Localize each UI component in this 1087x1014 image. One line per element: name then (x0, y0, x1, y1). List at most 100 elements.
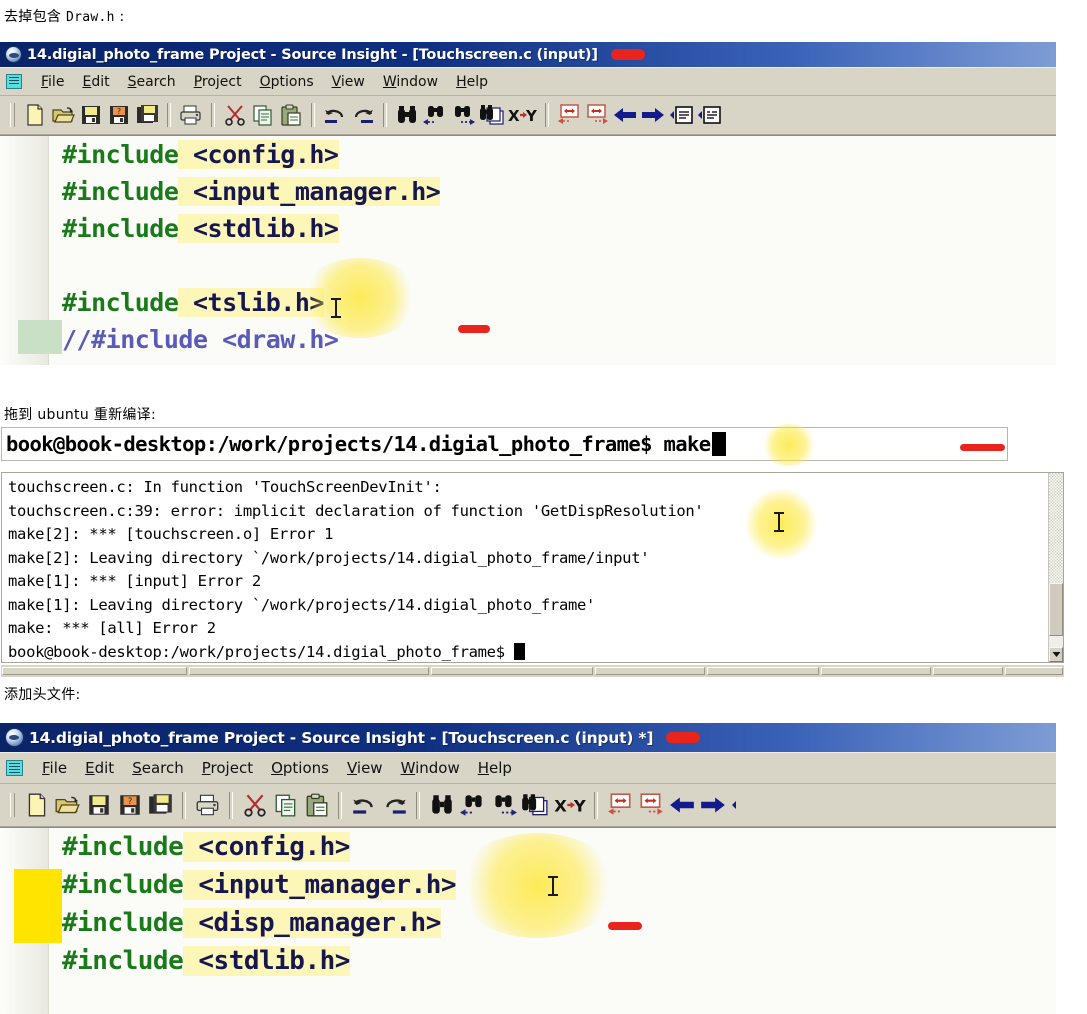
window2-menubar: File Edit Search Project Options View Wi… (0, 752, 1056, 784)
toolbar-grip[interactable] (10, 793, 15, 817)
code-line-4-blank (0, 247, 1056, 284)
save-as-icon[interactable]: ? (105, 101, 133, 129)
terminal-cursor (711, 432, 726, 456)
code-header: <input_manager.h> (178, 177, 441, 206)
save-as-icon[interactable]: ? (114, 790, 145, 821)
menu-view[interactable]: View (323, 72, 374, 92)
code-header: <stdlib.h> (183, 946, 350, 976)
menu-search[interactable]: Search (119, 72, 185, 92)
window1-titlebar[interactable]: 14.digial_photo_frame Project - Source I… (0, 42, 1056, 67)
jump-to-declaration-icon[interactable] (583, 101, 611, 129)
jump-to-declaration-icon[interactable] (635, 790, 666, 821)
menu-project[interactable]: Project (193, 757, 262, 779)
menu-help[interactable]: Help (469, 757, 521, 779)
code-header: <config.h> (183, 832, 350, 862)
terminal-command-line[interactable]: book@book-desktop:/work/projects/14.digi… (1, 427, 1008, 461)
find-previous-icon[interactable] (421, 101, 449, 129)
cut-scissors-icon[interactable] (221, 101, 249, 129)
undo-icon[interactable] (321, 101, 349, 129)
back-arrow-icon[interactable] (666, 790, 697, 821)
save-icon[interactable] (77, 101, 105, 129)
redo-icon[interactable] (349, 101, 377, 129)
window2-code-editor[interactable]: #include <config.h> #include <input_mana… (0, 827, 1056, 1014)
scrollbar-track[interactable] (1049, 473, 1063, 583)
open-folder-icon[interactable] (52, 790, 83, 821)
menu-view[interactable]: View (338, 757, 392, 779)
paste-icon[interactable] (277, 101, 305, 129)
code-header: <input_manager.h> (183, 870, 456, 900)
toolbar-grip[interactable] (10, 103, 15, 127)
find-in-files-icon[interactable] (477, 101, 505, 129)
new-file-icon[interactable] (21, 790, 52, 821)
annotation-red-blob-title2 (666, 732, 701, 743)
terminal-line-2: touchscreen.c:39: error: implicit declar… (8, 501, 704, 520)
terminal-output-panel[interactable]: touchscreen.c: In function 'TouchScreenD… (1, 472, 1064, 663)
window1-menubar: File Edit Search Project Options View Wi… (0, 67, 1056, 96)
svg-text:Y: Y (525, 107, 538, 125)
redo-icon[interactable] (379, 790, 410, 821)
scrollbar-down-button[interactable] (1049, 647, 1063, 662)
text-cursor-ibeam (331, 298, 341, 318)
replace-xy-icon[interactable]: XY (550, 790, 588, 821)
terminal-line-1: touchscreen.c: In function 'TouchScreenD… (8, 478, 442, 496)
copy-icon[interactable] (270, 790, 301, 821)
menu-edit[interactable]: Edit (76, 757, 123, 779)
back-arrow-icon[interactable] (611, 101, 639, 129)
menu-options[interactable]: Options (251, 72, 323, 92)
window1-toolbar: ? X Y (0, 96, 1056, 135)
print-icon[interactable] (177, 101, 205, 129)
previous-symbol-icon[interactable] (728, 790, 742, 821)
window1-code-editor[interactable]: #include <config.h> #include <input_mana… (0, 135, 1056, 365)
code-line-1: #include <config.h> (0, 828, 1056, 866)
find-next-icon[interactable] (449, 101, 477, 129)
toolbar-separator (594, 791, 598, 819)
forward-arrow-icon[interactable] (639, 101, 667, 129)
next-symbol-icon[interactable] (695, 101, 723, 129)
previous-symbol-icon[interactable] (667, 101, 695, 129)
status-cell (707, 667, 819, 675)
open-folder-icon[interactable] (49, 101, 77, 129)
find-previous-icon[interactable] (457, 790, 488, 821)
find-binoculars-icon[interactable] (393, 101, 421, 129)
toolbar-separator (311, 103, 315, 127)
code-line-3: #include <disp_manager.h> (0, 904, 1056, 942)
replace-xy-icon[interactable]: XY (505, 101, 539, 129)
menu-project[interactable]: Project (185, 72, 251, 92)
menu-search[interactable]: Search (123, 757, 193, 779)
new-file-icon[interactable] (21, 101, 49, 129)
terminal-vertical-scrollbar[interactable] (1048, 473, 1063, 662)
find-next-icon[interactable] (488, 790, 519, 821)
document-icon[interactable] (6, 760, 23, 776)
caption-drag-to-ubuntu: 拖到 ubuntu 重新编译: (4, 407, 156, 423)
undo-icon[interactable] (348, 790, 379, 821)
find-binoculars-icon[interactable] (426, 790, 457, 821)
source-insight-logo-icon (5, 728, 24, 747)
find-in-files-icon[interactable] (519, 790, 550, 821)
menu-help[interactable]: Help (447, 72, 497, 92)
caption-remove-draw-h: 去掉包含 Draw.h : (4, 6, 125, 26)
menu-window[interactable]: Window (392, 757, 469, 779)
window2-toolbar: ? X Y (0, 784, 1056, 827)
paste-icon[interactable] (301, 790, 332, 821)
menu-options[interactable]: Options (262, 757, 338, 779)
document-icon[interactable] (6, 74, 22, 89)
jump-to-definition-icon[interactable] (555, 101, 583, 129)
code-keyword: #include (62, 832, 184, 862)
menu-file[interactable]: File (32, 72, 73, 92)
save-all-icon[interactable] (133, 101, 161, 129)
menu-window[interactable]: Window (374, 72, 447, 92)
toolbar-separator (416, 791, 420, 819)
scrollbar-thumb[interactable] (1049, 582, 1063, 636)
save-all-icon[interactable] (145, 790, 176, 821)
print-icon[interactable] (192, 790, 223, 821)
status-cell (933, 667, 1003, 675)
window2-titlebar[interactable]: 14.digial_photo_frame Project - Source I… (0, 723, 1056, 752)
jump-to-definition-icon[interactable] (604, 790, 635, 821)
save-icon[interactable] (83, 790, 114, 821)
menu-file[interactable]: File (33, 757, 76, 779)
cut-scissors-icon[interactable] (239, 790, 270, 821)
copy-icon[interactable] (249, 101, 277, 129)
forward-arrow-icon[interactable] (697, 790, 728, 821)
window2-title: 14.digial_photo_frame Project - Source I… (29, 728, 654, 747)
menu-edit[interactable]: Edit (73, 72, 118, 92)
